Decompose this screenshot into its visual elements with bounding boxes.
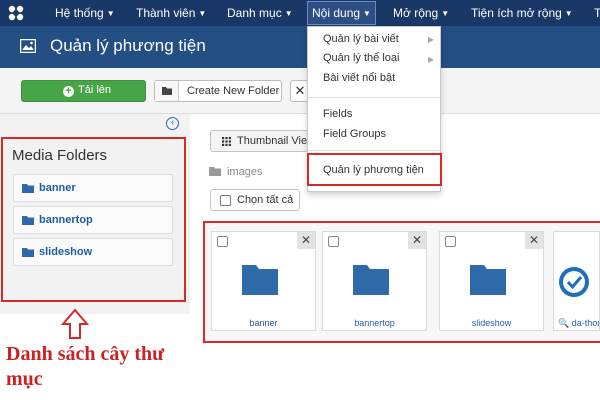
highlight-box-media-menu bbox=[307, 153, 442, 186]
folder-icon bbox=[22, 248, 34, 257]
nav-content[interactable]: Nội dung ▼ bbox=[307, 1, 376, 25]
sidebar-folder-banner[interactable]: banner bbox=[13, 174, 173, 202]
folder-icon bbox=[155, 81, 179, 101]
folder-icon bbox=[22, 184, 34, 193]
sidebar-title: Media Folders bbox=[12, 147, 108, 164]
menu-item-articles[interactable]: Quản lý bài viết bbox=[323, 33, 399, 45]
sidebar-folder-slideshow[interactable]: slideshow bbox=[13, 238, 173, 266]
caret-down-icon: ▼ bbox=[106, 9, 115, 18]
nav-components[interactable]: Tiện ích mở rộng ▼ bbox=[471, 0, 573, 26]
caret-down-icon: ▼ bbox=[363, 9, 371, 18]
grid-icon bbox=[222, 137, 231, 146]
select-all-button[interactable]: Chọn tất cả bbox=[210, 189, 300, 211]
nav-system[interactable]: Hệ thống ▼ bbox=[55, 0, 115, 26]
menu-item-fields[interactable]: Fields bbox=[323, 108, 352, 120]
nav-extensions[interactable]: Mở rộng ▼ bbox=[393, 0, 449, 26]
page-header: Quản lý phương tiện bbox=[0, 26, 600, 68]
up-arrow-annotation-icon bbox=[60, 308, 90, 339]
caret-down-icon: ▼ bbox=[441, 9, 450, 18]
caret-down-icon: ▼ bbox=[198, 9, 207, 18]
upload-button[interactable]: + Tải lên bbox=[21, 80, 146, 102]
page-title: Quản lý phương tiện bbox=[50, 36, 206, 55]
collapse-sidebar-icon[interactable]: ‹ bbox=[166, 117, 179, 130]
nav-users[interactable]: Thành viên ▼ bbox=[136, 0, 206, 26]
folder-open-icon bbox=[209, 167, 221, 176]
annotation-text: Danh sách cây thư mục bbox=[6, 343, 165, 390]
sidebar-folder-bannertop[interactable]: bannertop bbox=[13, 206, 173, 234]
menu-item-categories[interactable]: Quản lý thể loại bbox=[323, 52, 399, 64]
breadcrumb[interactable]: images bbox=[227, 166, 262, 178]
highlight-box-thumbnails bbox=[203, 221, 600, 343]
menu-item-featured[interactable]: Bài viết nổi bật bbox=[323, 72, 395, 84]
caret-down-icon: ▼ bbox=[284, 9, 293, 18]
chevron-right-icon: ▶ bbox=[428, 55, 435, 64]
menu-divider bbox=[308, 150, 440, 151]
nav-overflow[interactable]: T bbox=[594, 0, 600, 26]
select-all-checkbox[interactable] bbox=[220, 195, 231, 206]
joomla-logo-icon[interactable] bbox=[6, 3, 26, 23]
nav-categories[interactable]: Danh mục ▼ bbox=[227, 0, 293, 26]
caret-down-icon: ▼ bbox=[564, 9, 573, 18]
image-icon bbox=[20, 39, 36, 53]
menu-divider bbox=[308, 97, 440, 98]
folder-icon bbox=[22, 216, 34, 225]
menu-item-field-groups[interactable]: Field Groups bbox=[323, 128, 386, 140]
create-folder-button[interactable]: Create New Folder bbox=[154, 80, 282, 102]
chevron-right-icon: ▶ bbox=[428, 35, 435, 44]
plus-circle-icon: + bbox=[63, 86, 74, 97]
top-navbar: Hệ thống ▼ Thành viên ▼ Danh mục ▼ Nội dung… bbox=[0, 0, 600, 26]
view-mode-button[interactable]: Thumbnail View bbox=[210, 130, 308, 152]
